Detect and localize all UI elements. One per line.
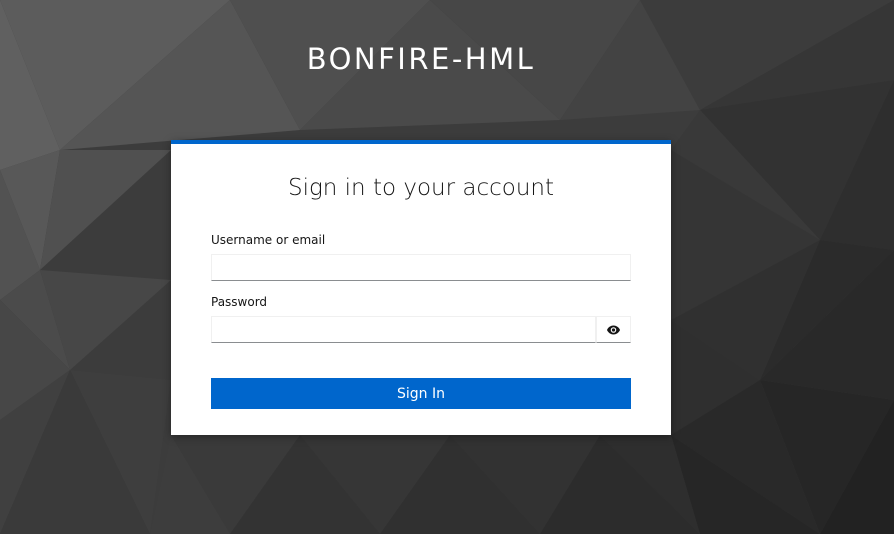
password-label: Password	[211, 295, 268, 309]
realm-title: BONFIRE-HML	[306, 42, 536, 76]
password-input[interactable]	[211, 316, 596, 343]
sign-in-button[interactable]: Sign In	[211, 378, 631, 409]
login-page: BONFIRE-HML Sign in to your account User…	[0, 0, 894, 534]
eye-icon	[607, 325, 620, 334]
show-password-button[interactable]	[596, 316, 631, 343]
username-label: Username or email	[211, 233, 326, 247]
login-card: Sign in to your account Username or emai…	[171, 140, 671, 435]
login-heading: Sign in to your account	[287, 175, 555, 201]
username-input[interactable]	[211, 254, 631, 281]
